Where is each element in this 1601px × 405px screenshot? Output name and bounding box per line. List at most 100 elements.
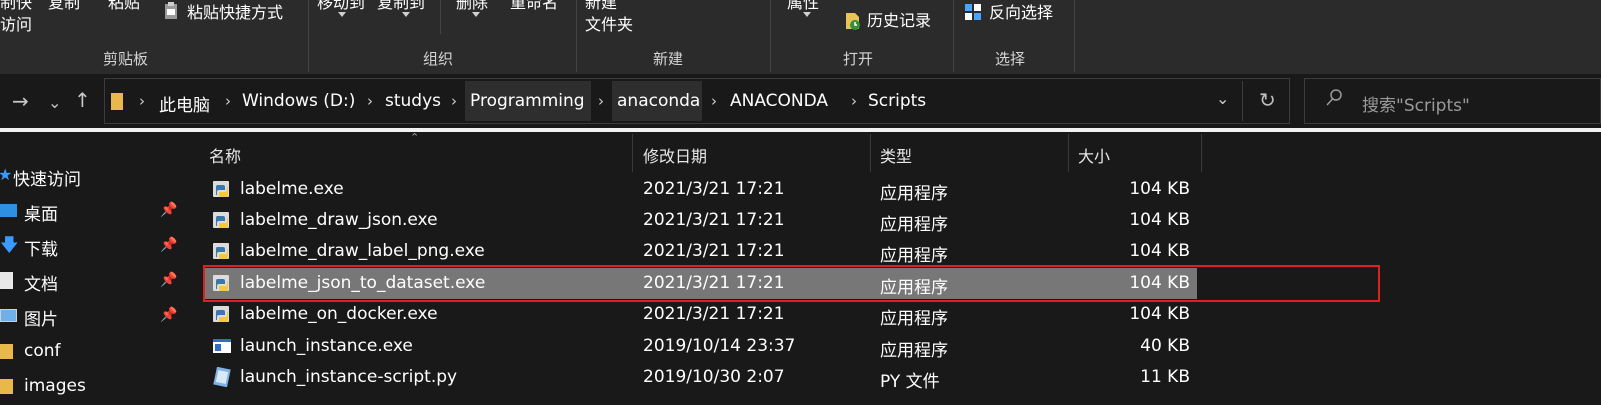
file-modified-date: 2021/3/21 17:21 (643, 210, 785, 230)
sidebar-item-desktop[interactable]: 桌面 📌 (0, 194, 180, 228)
address-divider (1242, 81, 1243, 121)
column-header-size[interactable]: 大小 (1078, 143, 1110, 167)
breadcrumb-separator-icon[interactable]: › (139, 92, 145, 110)
column-separator[interactable] (1201, 134, 1202, 172)
pin-icon[interactable]: 📌 (160, 272, 177, 288)
copy-to-button[interactable]: 复制到 (377, 0, 425, 12)
sidebar-item-downloads[interactable]: 🡇 下载 📌 (0, 229, 180, 263)
history-button[interactable]: 历史记录 (867, 12, 931, 30)
paste-button[interactable]: 粘贴 (108, 0, 140, 12)
breadcrumb-separator-icon[interactable]: › (367, 92, 373, 110)
breadcrumb-studys[interactable]: studys (385, 91, 441, 111)
breadcrumb-programming[interactable]: Programming (470, 91, 585, 111)
file-modified-date: 2019/10/30 2:07 (643, 367, 785, 387)
column-header-name[interactable]: 名称 (209, 143, 241, 167)
new-folder-label-1: 新建 (585, 0, 618, 12)
rename-button[interactable]: 重命名 (510, 0, 558, 12)
file-size: 11 KB (1140, 367, 1190, 387)
new-group-label: 新建 (653, 50, 684, 68)
paste-shortcut-button[interactable]: 粘贴快捷方式 (187, 4, 283, 22)
ribbon-separator (953, 0, 954, 72)
pin-icon[interactable]: 📌 (160, 237, 177, 253)
breadcrumb-drive[interactable]: Windows (D:) (242, 91, 355, 111)
sidebar-item-pictures[interactable]: 图片 📌 (0, 299, 180, 333)
python-exe-icon (212, 210, 232, 230)
forward-icon[interactable]: → (12, 91, 29, 111)
breadcrumb-anaconda[interactable]: anaconda (617, 91, 700, 111)
download-icon: 🡇 (0, 235, 19, 256)
breadcrumb-scripts[interactable]: Scripts (868, 91, 926, 111)
sidebar-item-conf[interactable]: conf (0, 335, 180, 369)
file-size: 104 KB (1129, 241, 1190, 261)
copy-button[interactable]: 复制 (48, 0, 80, 12)
file-row[interactable]: launch_instance-script.py 2019/10/30 2:07… (205, 362, 1197, 393)
column-separator[interactable] (870, 134, 871, 172)
column-separator[interactable] (1068, 134, 1069, 172)
address-history-chevron-icon[interactable]: ⌄ (1216, 89, 1229, 108)
invert-selection-icon (964, 3, 982, 21)
pin-icon[interactable]: 📌 (160, 307, 177, 323)
column-separator[interactable] (632, 134, 633, 172)
breadcrumb-separator-icon[interactable]: › (851, 92, 857, 110)
python-exe-icon (212, 304, 232, 324)
folder-icon (0, 344, 13, 359)
move-to-button[interactable]: 移动到 (317, 0, 365, 12)
folder-icon (111, 91, 123, 111)
sidebar-item-documents[interactable]: 文档 📌 (0, 264, 180, 298)
file-row[interactable]: labelme_draw_json.exe 2021/3/21 17:21 应用程序… (205, 205, 1197, 236)
ribbon-separator (1074, 0, 1075, 72)
file-name: labelme_draw_json.exe (240, 210, 438, 230)
annotation-highlight-box (203, 265, 1380, 302)
copy-path-button[interactable]: 制快 访问 (0, 0, 32, 34)
breadcrumb-this-pc[interactable]: 此电脑 (159, 91, 210, 116)
folder-icon (0, 379, 13, 394)
file-row[interactable]: labelme.exe 2021/3/21 17:21 应用程序 104 KB (205, 174, 1197, 205)
select-group-label: 选择 (995, 50, 1026, 68)
file-row[interactable]: labelme_on_docker.exe 2021/3/21 17:21 应用程序… (205, 299, 1197, 330)
breadcrumb-separator-icon[interactable]: › (598, 92, 604, 110)
breadcrumb-separator-icon[interactable]: › (225, 92, 231, 110)
sidebar-item-images[interactable]: images (0, 370, 180, 404)
organize-group-label: 组织 (423, 50, 454, 68)
pin-icon[interactable]: 📌 (160, 202, 177, 218)
breadcrumb-anaconda-upper[interactable]: ANACONDA (730, 91, 828, 111)
breadcrumb-separator-icon[interactable]: › (451, 92, 457, 110)
desktop-icon (0, 204, 17, 217)
file-type: 应用程序 (880, 341, 948, 361)
sidebar-item-label: 桌面 (24, 205, 58, 225)
file-name: labelme_draw_label_png.exe (240, 241, 485, 261)
sidebar-item-label: conf (24, 341, 61, 361)
address-bar[interactable]: › 此电脑 › Windows (D:) › studys › Programm… (104, 78, 1290, 124)
new-folder-button[interactable]: 新建 文件夹 (585, 0, 633, 34)
breadcrumb-separator-icon[interactable]: › (711, 92, 717, 110)
file-modified-date: 2021/3/21 17:21 (643, 304, 785, 324)
recent-locations-chevron-icon[interactable]: ⌄ (48, 93, 61, 113)
file-size: 40 KB (1140, 336, 1190, 356)
file-name: labelme.exe (240, 179, 344, 199)
properties-button[interactable]: 属性 (787, 0, 819, 12)
picture-icon (0, 309, 17, 322)
search-input[interactable]: 搜索"Scripts" (1362, 91, 1470, 116)
search-icon (1325, 88, 1343, 112)
copy-path-label-1: 制快 (0, 0, 33, 12)
file-row[interactable]: launch_instance.exe 2019/10/14 23:37 应用程序 4… (205, 331, 1197, 362)
file-row[interactable]: labelme_draw_label_png.exe 2021/3/21 17:2… (205, 236, 1197, 267)
column-header-type[interactable]: 类型 (880, 143, 912, 167)
invert-selection-button[interactable]: 反向选择 (989, 4, 1053, 22)
copy-path-label-2: 访问 (0, 15, 33, 34)
file-modified-date: 2021/3/21 17:21 (643, 241, 785, 261)
sidebar-item-quick-access[interactable]: ★ 快速访问 (0, 159, 180, 193)
file-name: labelme_on_docker.exe (240, 304, 438, 324)
open-group-label: 打开 (843, 50, 874, 68)
new-folder-label-2: 文件夹 (585, 15, 634, 34)
search-box[interactable]: 搜索"Scripts" (1304, 78, 1601, 124)
file-modified-date: 2019/10/14 23:37 (643, 336, 796, 356)
delete-button[interactable]: 删除 (456, 0, 488, 12)
column-header-date[interactable]: 修改日期 (643, 143, 707, 167)
clipboard-group-label: 剪贴板 (103, 50, 149, 68)
ribbon-content-divider (0, 128, 1601, 132)
file-name: launch_instance-script.py (240, 367, 458, 387)
refresh-icon[interactable]: ↻ (1259, 88, 1276, 112)
sidebar-item-label: 图片 (24, 310, 58, 330)
up-arrow-icon[interactable]: ↑ (74, 90, 91, 110)
